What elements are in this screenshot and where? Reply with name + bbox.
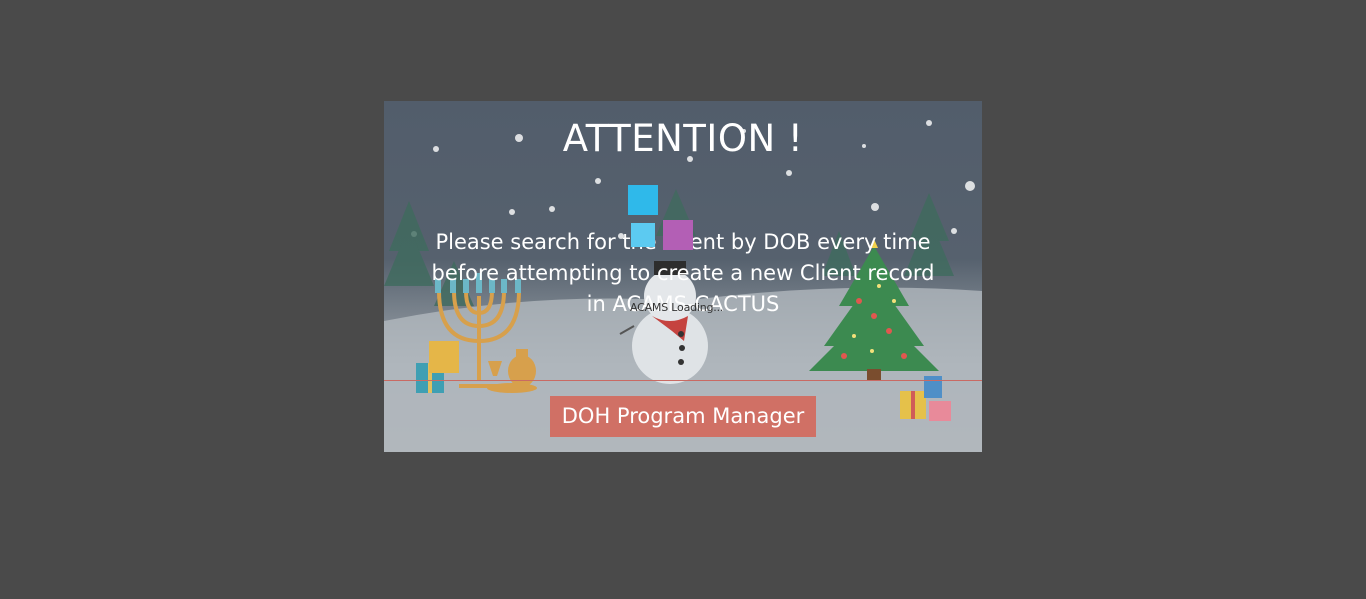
modal-divider	[384, 380, 982, 381]
loader-square-purple	[663, 220, 693, 250]
loading-text: ACAMS Loading...	[630, 301, 724, 314]
loader-square-blue	[628, 185, 658, 215]
attention-modal: ATTENTION ! Please search for the Client…	[384, 101, 982, 452]
loading-spinner	[628, 185, 694, 251]
loader-square-light-blue	[631, 223, 655, 247]
attention-title: ATTENTION !	[562, 117, 804, 160]
doh-program-manager-button[interactable]: DOH Program Manager	[550, 396, 816, 437]
